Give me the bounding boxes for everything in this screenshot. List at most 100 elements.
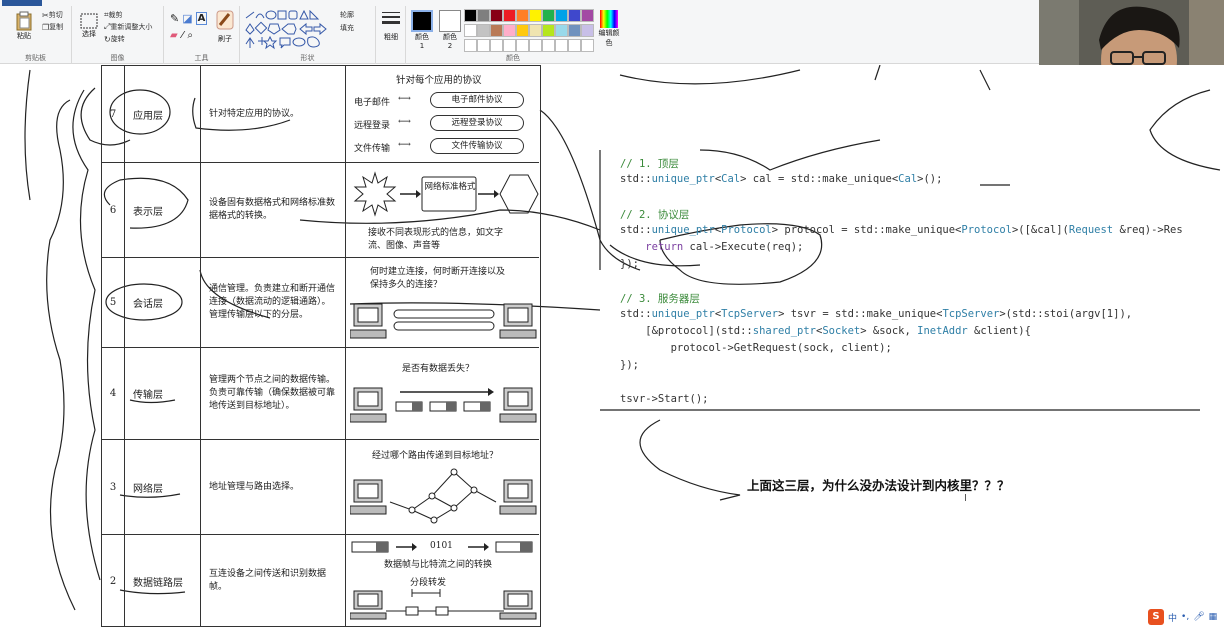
code-token: std:: xyxy=(620,224,652,236)
code-token: > &sock, xyxy=(860,325,918,337)
fig7-title: 针对每个应用的协议 xyxy=(396,75,482,86)
color-swatch[interactable] xyxy=(503,9,516,22)
color-swatch[interactable] xyxy=(581,24,594,37)
rotate-button[interactable]: ↻旋转 xyxy=(104,34,125,44)
color-swatch[interactable] xyxy=(529,9,542,22)
color-swatch[interactable] xyxy=(477,24,490,37)
color-swatch[interactable] xyxy=(464,9,477,22)
text-tool-icon[interactable]: A xyxy=(195,12,208,25)
code-token: Protocol xyxy=(961,224,1012,236)
layer-name: 传输层 xyxy=(125,348,201,439)
sogou-logo-icon: S xyxy=(1148,609,1164,625)
microphone-icon[interactable]: 🎤︎ xyxy=(1193,612,1204,622)
osi-row-network: 3 网络层 地址管理与路由选择。 经过哪个路由传递到目标地址？ xyxy=(102,440,539,535)
format-conversion-diagram xyxy=(353,171,539,217)
code-token: }); xyxy=(620,359,639,371)
color-swatch[interactable] xyxy=(516,9,529,22)
code-line-close-2: }); xyxy=(620,359,639,371)
color-swatch[interactable] xyxy=(464,24,477,37)
color-swatch[interactable] xyxy=(568,24,581,37)
resize-button[interactable]: ⤢重新调整大小 xyxy=(104,22,152,32)
code-line-return: return cal->Execute(req); xyxy=(620,241,803,253)
color-swatch[interactable] xyxy=(542,9,555,22)
fig5-line-2: 保持多久的连接？ xyxy=(370,280,443,290)
code-token: Cal xyxy=(898,173,918,185)
color1-button[interactable]: 颜色 1 xyxy=(410,10,434,50)
double-arrow-icon: ⟷ xyxy=(398,140,411,150)
color-swatch[interactable] xyxy=(490,24,503,37)
color-swatch[interactable] xyxy=(477,39,490,52)
cut-button[interactable]: ✂剪切 xyxy=(42,10,63,20)
code-token: Protocol xyxy=(721,224,772,236)
clipboard-group: 粘贴 ✂剪切 ❐复制 剪贴板 xyxy=(0,6,72,64)
comment-text: // 2. 协议层 xyxy=(620,209,690,221)
image-group: 选择 ⌗裁剪 ⤢重新调整大小 ↻旋转 图像 xyxy=(72,6,164,64)
color-swatch[interactable] xyxy=(568,9,581,22)
punctuation-icon[interactable]: •, xyxy=(1181,612,1189,622)
code-line-lambda: [&protocol](std::shared_ptr<Socket> &soc… xyxy=(620,325,1031,337)
fill-button[interactable]: 填充 xyxy=(340,23,354,33)
fig5-line-1: 何时建立连接，何时断开连接以及 xyxy=(370,267,506,277)
layer-name: 网络层 xyxy=(125,440,201,534)
segment-diagram xyxy=(350,589,537,620)
color-swatch[interactable] xyxy=(477,9,490,22)
ime-language[interactable]: 中 xyxy=(1168,611,1177,624)
copy-label: 复制 xyxy=(49,23,64,31)
eraser-icon[interactable]: ▰ xyxy=(170,30,178,41)
shapes-group: 轮廓 填充 形状 xyxy=(240,6,376,64)
color2-button[interactable]: 颜色 2 xyxy=(438,10,462,50)
osi-model-table: 7 应用层 针对特定应用的协议。 针对每个应用的协议 电子邮件 ⟷ 电子邮件协议… xyxy=(101,65,541,627)
color-swatch[interactable] xyxy=(581,39,594,52)
layer-description: 互连设备之间传送和识别数据帧。 xyxy=(201,535,346,627)
color-swatch[interactable] xyxy=(529,39,542,52)
copy-button[interactable]: ❐复制 xyxy=(42,22,63,32)
session-diagram xyxy=(350,303,537,339)
color-swatch[interactable] xyxy=(516,39,529,52)
color-swatch[interactable] xyxy=(555,39,568,52)
fill-bucket-icon[interactable]: ◪ xyxy=(182,12,192,25)
paste-button[interactable]: 粘贴 xyxy=(12,10,36,50)
color-swatch[interactable] xyxy=(581,9,594,22)
magnifier-icon[interactable]: ⌕ xyxy=(187,30,193,41)
color-swatch[interactable] xyxy=(516,24,529,37)
brush-button[interactable]: 刷子 xyxy=(214,10,236,44)
osi-row-application: 7 应用层 针对特定应用的协议。 针对每个应用的协议 电子邮件 ⟷ 电子邮件协议… xyxy=(102,66,539,163)
select-button[interactable]: 选择 xyxy=(78,10,100,50)
ime-tray[interactable]: S 中 •, 🎤︎ ▦ xyxy=(1148,608,1224,626)
code-token: &req)->Res xyxy=(1113,224,1183,236)
color-swatch[interactable] xyxy=(464,39,477,52)
thickness-button[interactable]: 粗细 xyxy=(380,10,402,42)
code-token: unique_ptr xyxy=(651,224,715,236)
rotate-icon: ↻ xyxy=(104,34,111,44)
presentation-figure: 网络标准格式 接收不同表现形式的信息，如文字 流、图像、声音等 xyxy=(346,163,539,257)
color-picker-icon[interactable]: ⁄ xyxy=(182,30,184,41)
color-swatch[interactable] xyxy=(542,39,555,52)
paint-ribbon: 粘贴 ✂剪切 ❐复制 剪贴板 选择 ⌗裁剪 ⤢重新调整大小 ↻旋转 图像 ✎ ◪… xyxy=(0,0,1040,64)
colors-group: 颜色 1 颜色 2 编辑颜色 颜色 xyxy=(406,6,620,64)
color-swatch[interactable] xyxy=(490,9,503,22)
color-swatch[interactable] xyxy=(529,24,542,37)
code-token: unique_ptr xyxy=(651,308,715,320)
pencil-icon[interactable]: ✎ xyxy=(170,12,179,25)
color-swatch[interactable] xyxy=(503,39,516,52)
fig6-box-label: 网络标准格式 xyxy=(424,182,476,192)
code-token: TcpServer xyxy=(721,308,779,320)
crop-button[interactable]: ⌗裁剪 xyxy=(104,10,123,20)
code-token: [&protocol](std:: xyxy=(620,325,753,337)
color-swatch[interactable] xyxy=(555,24,568,37)
code-token: tsvr->Start(); xyxy=(620,393,709,405)
datalink-figure: 0101 数据帧与比特流之间的转换 分段转发 xyxy=(346,535,539,627)
layer-description: 地址管理与路由选择。 xyxy=(201,440,346,534)
color-swatch[interactable] xyxy=(555,9,568,22)
code-token: Request xyxy=(1068,224,1114,236)
code-token: cal->Execute(req); xyxy=(683,241,804,253)
color-swatch[interactable] xyxy=(490,39,503,52)
shapes-gallery[interactable] xyxy=(244,10,336,50)
color-swatch[interactable] xyxy=(503,24,516,37)
edit-colors-button[interactable]: 编辑颜色 xyxy=(598,10,620,48)
color-swatch[interactable] xyxy=(568,39,581,52)
color-swatch[interactable] xyxy=(542,24,555,37)
outline-button[interactable]: 轮廓 xyxy=(340,10,354,20)
keyboard-icon[interactable]: ▦ xyxy=(1209,612,1218,622)
clipboard-group-label: 剪贴板 xyxy=(25,54,46,62)
